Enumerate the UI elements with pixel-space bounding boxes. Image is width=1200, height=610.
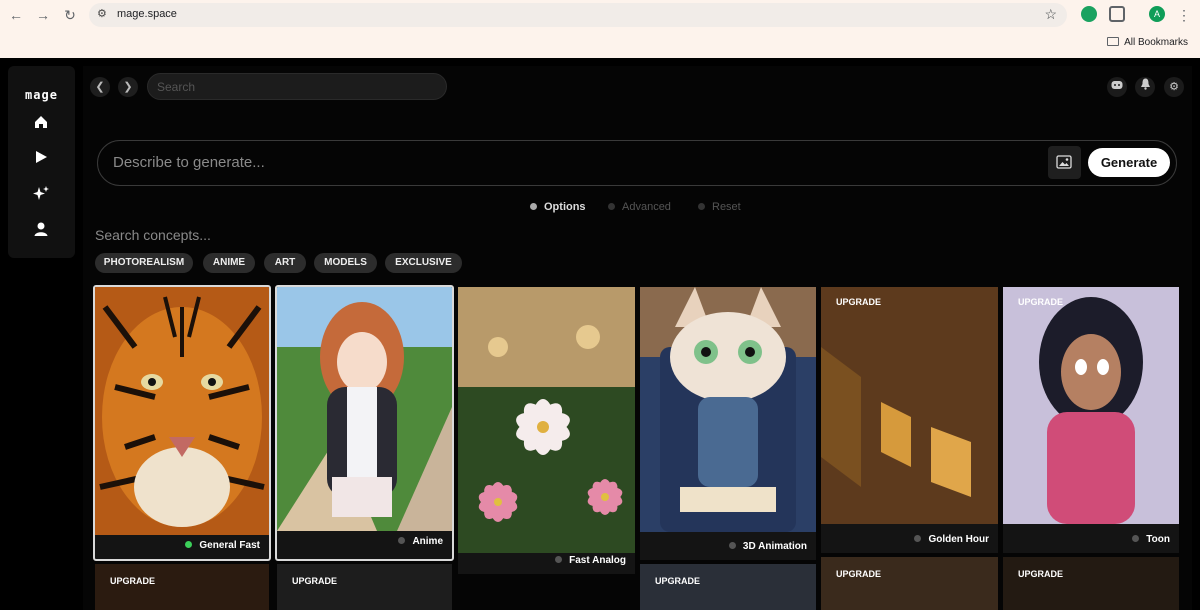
- status-dot: [555, 556, 563, 563]
- status-dot: [1132, 535, 1140, 542]
- address-bar[interactable]: ⚙ mage.space ☆: [89, 3, 1067, 27]
- generate-button[interactable]: Generate: [1088, 148, 1170, 177]
- site-settings-icon[interactable]: ⚙: [97, 7, 107, 20]
- gear-icon[interactable]: ⚙: [1164, 77, 1184, 97]
- upgrade-badge: UPGRADE: [836, 569, 882, 579]
- upgrade-badge: UPGRADE: [292, 576, 338, 586]
- user-icon[interactable]: [31, 221, 51, 241]
- app-root: mage ❮ ❯ Search ⚙ Describe to generate..…: [0, 58, 1200, 610]
- play-icon[interactable]: [31, 149, 51, 169]
- card-caption: Toon: [1132, 534, 1170, 545]
- concept-card-general-fast[interactable]: General Fast: [93, 285, 271, 561]
- options-label: Options: [544, 201, 586, 213]
- chip-art[interactable]: ART: [264, 253, 306, 273]
- back-icon[interactable]: ←: [6, 5, 26, 25]
- concept-card-next-row[interactable]: UPGRADE: [1003, 557, 1179, 610]
- extensions-puzzle-icon[interactable]: [1109, 6, 1125, 22]
- main-panel: ❮ ❯ Search ⚙ Describe to generate... Gen…: [83, 66, 1192, 610]
- chip-exclusive[interactable]: EXCLUSIVE: [385, 253, 462, 273]
- status-dot: [728, 542, 736, 549]
- concept-card-next-row[interactable]: UPGRADE: [277, 564, 452, 610]
- chip-anime[interactable]: ANIME: [203, 253, 255, 273]
- mage-logo[interactable]: mage: [8, 88, 75, 102]
- folder-icon: [1107, 37, 1120, 46]
- upgrade-badge: UPGRADE: [655, 576, 701, 586]
- advanced-dot: [608, 203, 615, 210]
- reload-icon[interactable]: ↻: [60, 5, 80, 25]
- forward-icon[interactable]: →: [33, 5, 53, 25]
- bookmarks-bar: All Bookmarks: [0, 30, 1200, 58]
- chip-photorealism[interactable]: PHOTOREALISM: [95, 253, 193, 273]
- bell-icon[interactable]: [1135, 77, 1155, 97]
- advanced-label: Advanced: [622, 201, 671, 213]
- sparkles-icon[interactable]: [31, 185, 51, 205]
- image-icon: [1056, 155, 1072, 169]
- card-caption: General Fast: [185, 540, 260, 551]
- back-arrow-icon[interactable]: ❮: [90, 77, 110, 97]
- profile-avatar[interactable]: A: [1149, 6, 1165, 22]
- card-label: 3D Animation: [742, 541, 807, 552]
- forward-arrow-icon[interactable]: ❯: [118, 77, 138, 97]
- flower-image: [458, 287, 635, 553]
- status-dot: [914, 535, 922, 542]
- card-label: Toon: [1146, 534, 1170, 545]
- all-bookmarks-label: All Bookmarks: [1124, 37, 1188, 48]
- bookmark-star-icon[interactable]: ☆: [1044, 6, 1057, 23]
- image-upload-button[interactable]: [1048, 146, 1081, 179]
- concept-search-input[interactable]: Search concepts...: [95, 227, 211, 243]
- browser-toolbar: ← → ↻ ⚙ mage.space ☆ A ⋮: [0, 0, 1200, 30]
- card-caption: Fast Analog: [555, 555, 626, 566]
- upgrade-badge: UPGRADE: [1018, 569, 1064, 579]
- card-caption: 3D Animation: [728, 541, 807, 552]
- card-label: Fast Analog: [569, 555, 626, 566]
- concept-card-fast-analog[interactable]: Fast Analog: [458, 287, 635, 574]
- upgrade-badge: UPGRADE: [1018, 297, 1064, 307]
- status-dot: [398, 537, 406, 544]
- card-caption: Anime: [398, 536, 443, 547]
- concept-card-toon[interactable]: UPGRADE Toon: [1003, 287, 1179, 553]
- status-dot: [185, 541, 193, 548]
- anime-girl-image: [277, 287, 452, 531]
- options-toggle[interactable]: Options: [530, 201, 586, 213]
- concept-card-next-row[interactable]: UPGRADE: [821, 557, 998, 610]
- browser-chrome: ← → ↻ ⚙ mage.space ☆ A ⋮ All Bookmarks: [0, 0, 1200, 58]
- concept-card-anime[interactable]: Anime: [275, 285, 454, 561]
- discord-icon[interactable]: [1107, 77, 1127, 97]
- golden-hour-image: [821, 287, 998, 524]
- card-label: General Fast: [199, 540, 260, 551]
- concept-card-next-row[interactable]: UPGRADE: [640, 564, 816, 610]
- concept-card-next-row[interactable]: UPGRADE: [95, 564, 269, 610]
- sidebar: mage: [8, 66, 75, 258]
- reset-label: Reset: [712, 201, 741, 213]
- all-bookmarks[interactable]: All Bookmarks: [1107, 37, 1188, 48]
- prompt-bar: Describe to generate... Generate: [97, 140, 1177, 186]
- extension-icon[interactable]: [1081, 6, 1097, 22]
- card-caption: Golden Hour: [914, 534, 989, 545]
- top-search-input[interactable]: Search: [147, 73, 447, 100]
- reset-dot: [698, 203, 705, 210]
- toon-image: [1003, 287, 1179, 524]
- upgrade-badge: UPGRADE: [110, 576, 156, 586]
- tiger-image: [95, 287, 269, 535]
- prompt-input[interactable]: Describe to generate...: [113, 154, 265, 171]
- chip-models[interactable]: MODELS: [314, 253, 377, 273]
- options-dot: [530, 203, 537, 210]
- address-url: mage.space: [117, 8, 177, 20]
- advanced-toggle[interactable]: Advanced: [608, 201, 671, 213]
- cat-image: [640, 287, 816, 532]
- concept-card-golden-hour[interactable]: UPGRADE Golden Hour: [821, 287, 998, 553]
- browser-menu-icon[interactable]: ⋮: [1174, 5, 1194, 25]
- concept-card-3d-animation[interactable]: 3D Animation: [640, 287, 816, 560]
- reset-toggle[interactable]: Reset: [698, 201, 741, 213]
- card-label: Golden Hour: [928, 534, 989, 545]
- home-icon[interactable]: [31, 114, 51, 134]
- card-label: Anime: [412, 536, 443, 547]
- upgrade-badge: UPGRADE: [836, 297, 882, 307]
